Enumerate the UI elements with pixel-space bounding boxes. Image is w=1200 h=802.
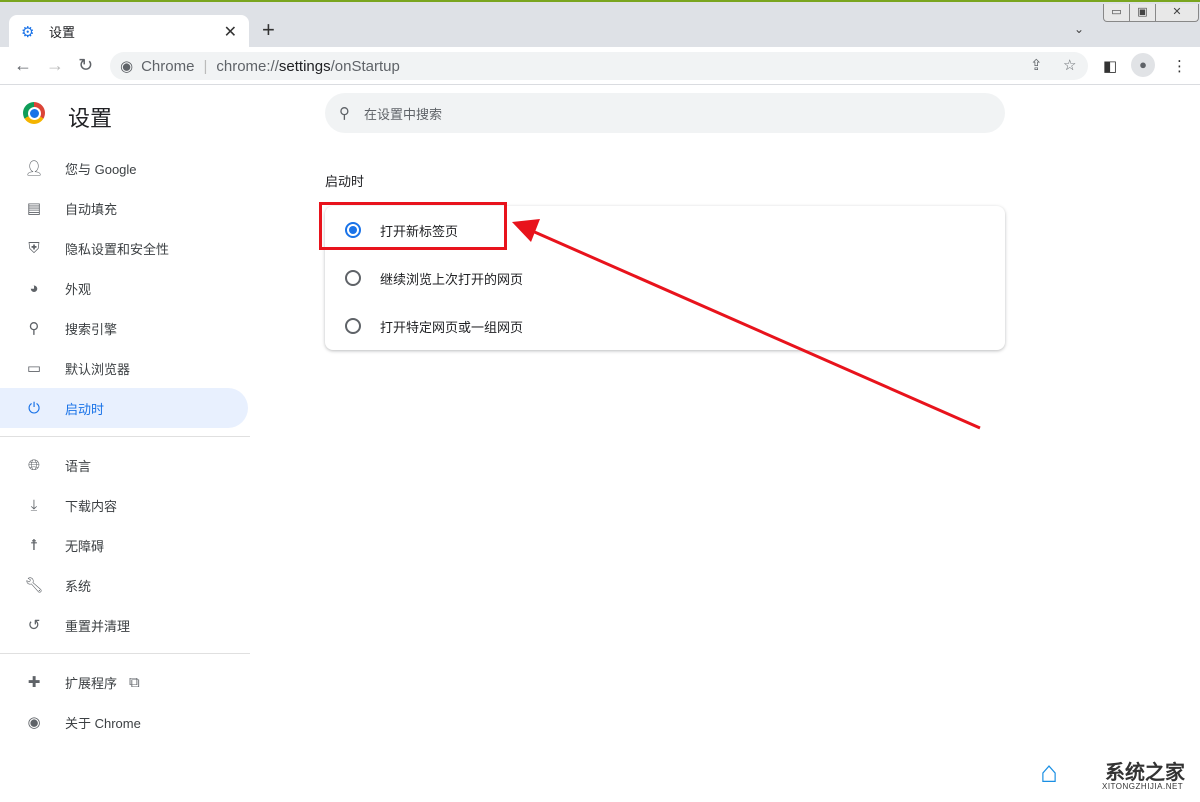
annotation-arrow: [512, 219, 981, 430]
house-logo-icon: ⌂: [1040, 756, 1059, 789]
watermark-cn: 系统之家: [1105, 762, 1185, 784]
watermark: ⌂ 系统之家 XITONGZHIJIA.NET: [1040, 752, 1190, 798]
arrow-head: [512, 219, 540, 242]
watermark-en: XITONGZHIJIA.NET: [1102, 782, 1184, 791]
arrow-shaft: [529, 228, 981, 430]
